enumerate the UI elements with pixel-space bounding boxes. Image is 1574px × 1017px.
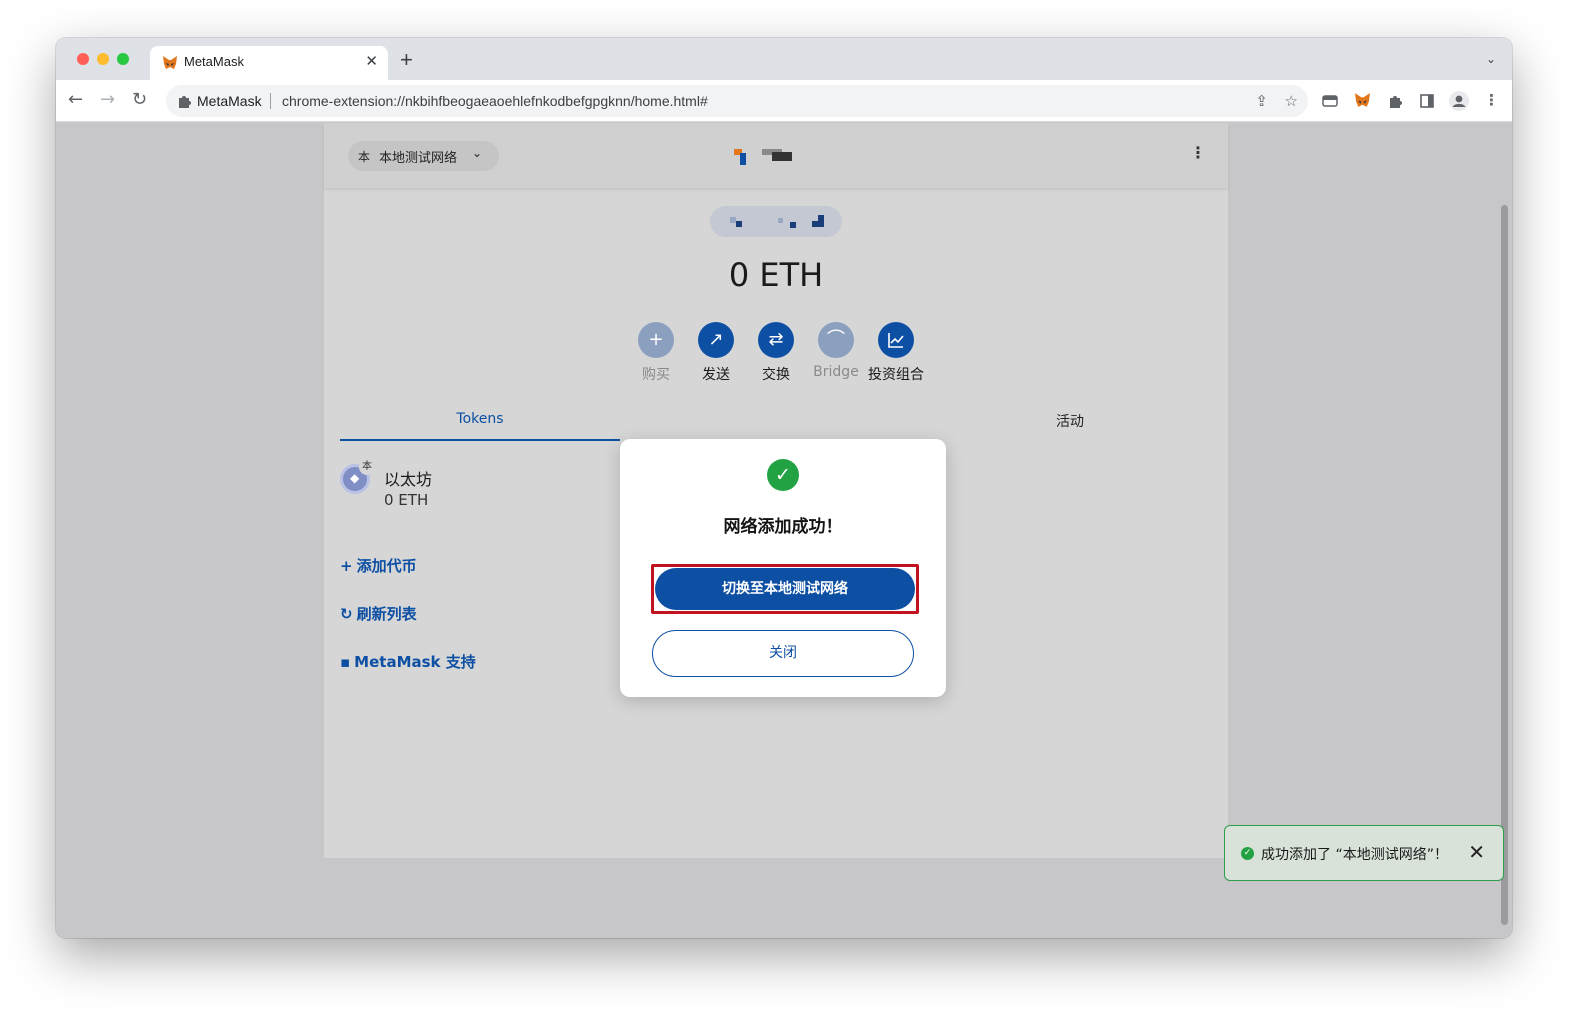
browser-toolbar: ← → ↻ MetaMask chrome-extension://nkbihf…	[56, 80, 1512, 122]
network-badge-small: 本	[359, 459, 375, 475]
tab-close-icon[interactable]: ✕	[365, 52, 378, 70]
arrow-up-right-icon: ↗	[698, 322, 734, 358]
browser-window: MetaMask ✕ + ⌄ ← → ↻ MetaMask chrome-ext…	[56, 38, 1512, 938]
refresh-list-link[interactable]: ↻ 刷新列表	[340, 603, 417, 624]
bookmark-star-icon[interactable]: ☆	[1285, 92, 1298, 110]
token-balance: 0 ETH	[384, 491, 429, 509]
tab-title: MetaMask	[184, 54, 244, 69]
site-name: MetaMask	[197, 93, 262, 109]
toast-close-icon[interactable]: ✕	[1468, 840, 1485, 864]
toast-message: 成功添加了 “本地测试网络”！	[1261, 847, 1448, 863]
account-identicon[interactable]	[734, 149, 794, 165]
tab-groups-icon[interactable]	[1322, 93, 1338, 109]
plus-icon: +	[340, 557, 353, 575]
support-label: MetaMask 支持	[354, 653, 476, 671]
portfolio-label: 投资组合	[868, 367, 924, 383]
tab-tokens-underline	[340, 439, 620, 441]
tab-tokens[interactable]: Tokens	[340, 411, 620, 441]
network-badge: 本	[358, 150, 371, 164]
profile-avatar-icon[interactable]	[1449, 91, 1469, 111]
bridge-icon: ⌒	[818, 322, 854, 358]
close-window-button[interactable]	[77, 53, 89, 65]
chevron-down-icon: ⌄	[472, 146, 483, 160]
extension-puzzle-icon	[179, 96, 191, 108]
dialog-title: 网络添加成功！	[723, 517, 843, 537]
address-identicon	[730, 215, 824, 228]
network-added-dialog: ✓ 网络添加成功！ 切换至本地测试网络 关闭	[620, 439, 946, 697]
scrollbar[interactable]	[1501, 205, 1508, 925]
success-check-icon: ✓	[767, 459, 799, 491]
metamask-header: 本 本地测试网络 ⌄ ⋮	[324, 123, 1228, 188]
extensions-puzzle-icon[interactable]	[1387, 93, 1403, 109]
chat-bubble-icon: ▪	[340, 653, 351, 671]
token-name[interactable]: 以太坊	[384, 466, 432, 490]
page-content: 本 本地测试网络 ⌄ ⋮ 0 ETH + 购买 ↗ 发送 ⇄ 交换 ⌒ Brid…	[56, 123, 1512, 938]
switch-network-button[interactable]: 切换至本地测试网络	[655, 568, 915, 610]
minimize-window-button[interactable]	[97, 53, 109, 65]
forward-arrow-icon[interactable]: →	[100, 89, 115, 111]
back-arrow-icon[interactable]: ←	[68, 89, 83, 111]
network-name: 本地测试网络	[379, 151, 458, 166]
new-tab-button[interactable]: +	[400, 49, 413, 71]
share-icon[interactable]: ⇪	[1255, 92, 1268, 110]
maximize-window-button[interactable]	[117, 53, 129, 65]
account-address-pill[interactable]	[710, 206, 842, 237]
success-toast: ✓ 成功添加了 “本地测试网络”！ ✕	[1224, 825, 1504, 881]
tab-activity[interactable]: 活动	[954, 411, 1186, 431]
network-selector[interactable]: 本 本地测试网络 ⌄	[348, 141, 499, 171]
toast-check-icon: ✓	[1241, 847, 1254, 860]
address-divider	[270, 93, 271, 109]
tab-search-chevron-icon[interactable]: ⌄	[1486, 52, 1496, 66]
add-token-link[interactable]: + 添加代币	[340, 555, 417, 576]
refresh-list-label: 刷新列表	[356, 605, 417, 623]
metamask-extension-icon[interactable]	[1354, 92, 1371, 109]
refresh-icon: ↻	[340, 605, 353, 623]
browser-tab-metamask[interactable]: MetaMask ✕	[150, 46, 388, 80]
portfolio-button[interactable]: 投资组合	[861, 322, 931, 384]
side-panel-icon[interactable]	[1419, 93, 1435, 109]
balance-amount: 0 ETH	[728, 256, 824, 294]
chrome-menu-icon[interactable]: ⋮	[1484, 91, 1499, 109]
url-text[interactable]: chrome-extension://nkbihfbeogaeaoehlefnk…	[282, 93, 708, 109]
reload-icon[interactable]: ↻	[132, 89, 147, 111]
metamask-support-link[interactable]: ▪ MetaMask 支持	[340, 651, 476, 672]
metamask-fox-icon	[163, 56, 177, 69]
swap-icon: ⇄	[758, 322, 794, 358]
highlight-box: 切换至本地测试网络	[651, 564, 919, 614]
address-bar[interactable]: MetaMask chrome-extension://nkbihfbeogae…	[166, 85, 1308, 117]
account-menu-icon[interactable]: ⋮	[1190, 143, 1206, 162]
chart-icon	[878, 322, 914, 358]
plus-icon: +	[638, 322, 674, 358]
add-token-label: 添加代币	[356, 557, 417, 575]
tab-bar: MetaMask ✕ + ⌄	[56, 38, 1512, 80]
close-dialog-button[interactable]: 关闭	[652, 630, 914, 677]
